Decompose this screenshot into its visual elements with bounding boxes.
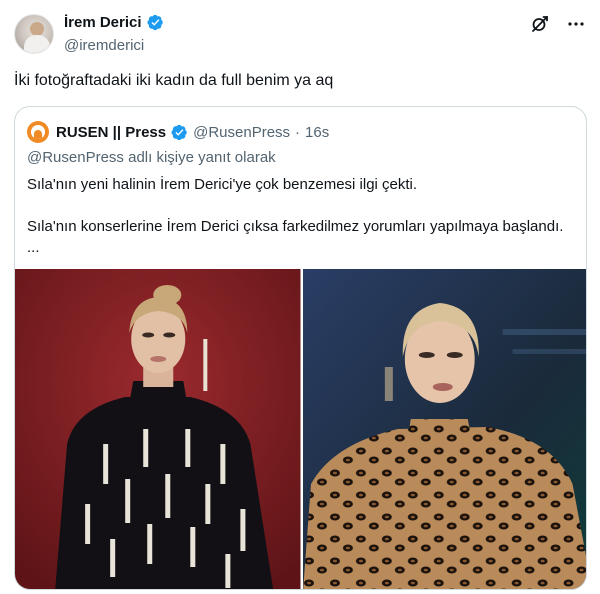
verified-badge-icon xyxy=(147,14,163,31)
photo-right[interactable] xyxy=(302,269,586,589)
quoted-text: Sıla'nın yeni halinin İrem Derici'ye çok… xyxy=(27,174,577,258)
tweet-actions-top xyxy=(530,14,586,34)
quoted-avatar xyxy=(27,121,49,143)
quoted-handle: @RusenPress xyxy=(193,123,291,141)
quoted-media xyxy=(15,269,586,589)
photo-left[interactable] xyxy=(15,269,301,589)
author-display-name[interactable]: İrem Derici xyxy=(64,14,142,31)
more-icon[interactable] xyxy=(566,14,586,34)
quoted-separator: · xyxy=(295,123,301,141)
author-avatar[interactable] xyxy=(14,14,54,54)
grok-icon[interactable] xyxy=(530,14,550,34)
quoted-timestamp: 16s xyxy=(305,123,330,141)
quoted-tweet-card[interactable]: RUSEN || Press @RusenPress · 16s @RusenP… xyxy=(14,106,587,590)
tweet: İrem Derici @iremderici İki fotoğraftada… xyxy=(0,0,600,594)
author-handle[interactable]: @iremderici xyxy=(64,37,144,54)
quoted-paragraph-2: Sıla'nın konserlerine İrem Derici çıksa … xyxy=(27,218,564,256)
quoted-verified-badge-icon xyxy=(171,124,187,140)
photo-right-image xyxy=(302,269,586,589)
quoted-paragraph-1: Sıla'nın yeni halinin İrem Derici'ye çok… xyxy=(27,176,418,193)
avatar-body xyxy=(24,35,50,53)
avatar-head xyxy=(30,22,44,36)
quoted-reply-context: @RusenPress adlı kişiye yanıt olarak xyxy=(27,149,276,166)
quoted-header: RUSEN || Press @RusenPress · 16s xyxy=(27,121,329,143)
photo-left-image xyxy=(15,269,301,589)
tweet-text: İki fotoğraftadaki iki kadın da full ben… xyxy=(14,72,334,89)
author-name-row: İrem Derici xyxy=(64,14,164,31)
quoted-display-name: RUSEN || Press xyxy=(56,123,167,141)
